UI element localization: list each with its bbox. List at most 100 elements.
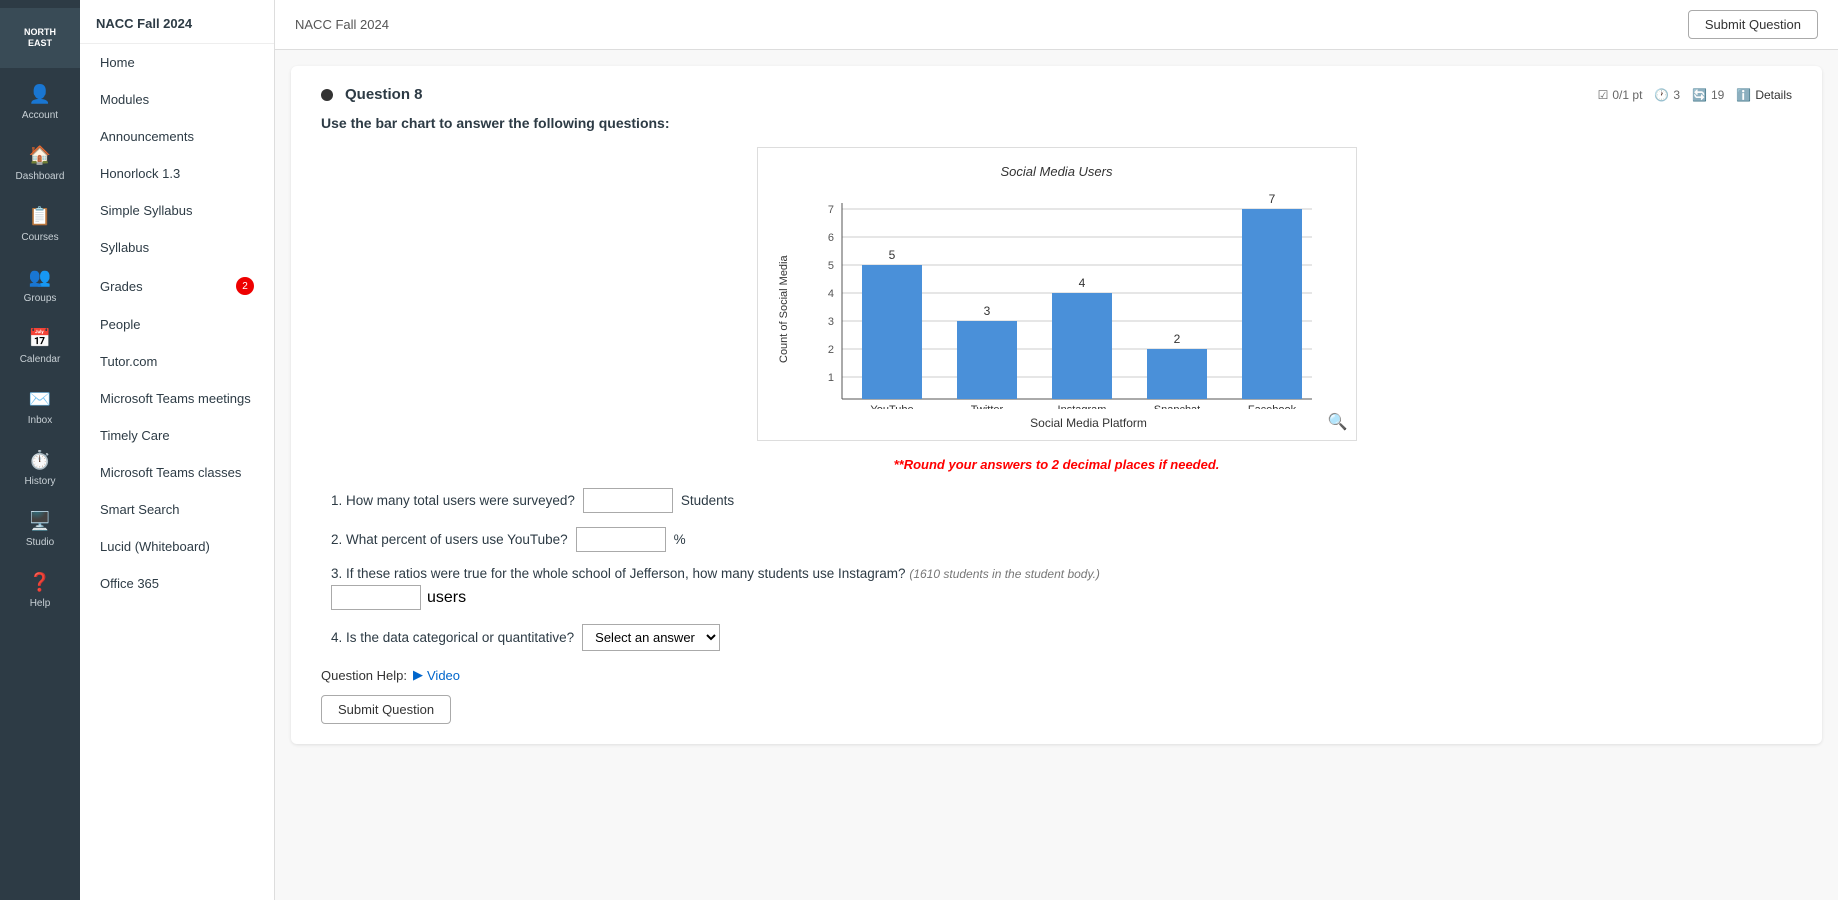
svg-text:5: 5 [888, 248, 895, 262]
sidebar-icon-history[interactable]: ⏱️ History [0, 438, 80, 495]
history-icon: ⏱️ [26, 446, 54, 474]
svg-text:Instagram: Instagram [1057, 404, 1106, 409]
question-help: Question Help: ▶ Video [321, 667, 1792, 683]
q1-prefix: 1. How many total users were surveyed? [331, 493, 575, 508]
checkbox-icon: ☑ [1598, 88, 1609, 102]
studio-icon: 🖥️ [26, 507, 54, 535]
icon-sidebar: NORTHEAST 👤 Account 🏠 Dashboard 📋 Course… [0, 0, 80, 900]
nav-item-modules[interactable]: Modules [84, 82, 270, 117]
top-bar-course-title: NACC Fall 2024 [295, 17, 389, 32]
nav-item-timely-care[interactable]: Timely Care [84, 418, 270, 453]
nav-item-people[interactable]: People [84, 307, 270, 342]
top-bar: NACC Fall 2024 Submit Question [275, 0, 1838, 50]
svg-text:7: 7 [1268, 192, 1275, 206]
svg-text:7: 7 [827, 204, 833, 216]
account-icon: 👤 [26, 80, 54, 108]
q3-input[interactable] [331, 585, 421, 610]
q3-suffix: users [427, 589, 466, 607]
svg-text:5: 5 [827, 260, 833, 272]
svg-text:Twitter: Twitter [970, 404, 1003, 409]
q1-input[interactable] [583, 488, 673, 513]
nav-item-ms-teams-meetings[interactable]: Microsoft Teams meetings [84, 381, 270, 416]
reload-icon: 🔄 [1692, 88, 1707, 102]
logo-area: NORTHEAST [0, 8, 80, 68]
chart-title: Social Media Users [778, 164, 1336, 179]
q3-note: (1610 students in the student body.) [909, 567, 1100, 581]
sidebar-icon-studio[interactable]: 🖥️ Studio [0, 499, 80, 556]
grades-badge: 2 [236, 277, 254, 295]
nav-item-simple-syllabus[interactable]: Simple Syllabus [84, 193, 270, 228]
sidebar-icon-courses-label: Courses [21, 232, 58, 243]
nav-item-office365[interactable]: Office 365 [84, 566, 270, 601]
question-container: Question 8 ☑ 0/1 pt 🕐 3 🔄 19 ℹ️ Details [291, 66, 1822, 744]
nav-course-title: NACC Fall 2024 [80, 8, 274, 44]
nav-item-lucid[interactable]: Lucid (Whiteboard) [84, 529, 270, 564]
nav-item-grades[interactable]: Grades 2 [84, 267, 270, 305]
round-note: **Round your answers to 2 decimal places… [321, 457, 1792, 472]
sidebar-icon-history-label: History [24, 476, 55, 487]
logo-text: NORTHEAST [24, 27, 56, 49]
bar-chart-svg: 7 6 5 4 3 2 1 [802, 189, 1322, 409]
sidebar-icon-dashboard-label: Dashboard [16, 171, 65, 182]
svg-text:1: 1 [827, 372, 833, 384]
sidebar-icon-account-label: Account [22, 110, 58, 121]
svg-text:6: 6 [827, 232, 833, 244]
video-icon: ▶ [413, 667, 423, 683]
nav-item-tutor[interactable]: Tutor.com [84, 344, 270, 379]
svg-text:YouTube: YouTube [870, 404, 913, 409]
question-dot [321, 89, 333, 101]
submit-question-top-button[interactable]: Submit Question [1688, 10, 1818, 39]
q4-select[interactable]: Select an answer Categorical Quantitativ… [582, 624, 720, 651]
q2-prefix: 2. What percent of users use YouTube? [331, 532, 568, 547]
sidebar-icon-calendar-label: Calendar [20, 354, 61, 365]
chart-container: Social Media Users Count of Social Media… [321, 147, 1792, 441]
question-instruction: Use the bar chart to answer the followin… [321, 115, 1792, 131]
question-title: Question 8 [345, 86, 423, 103]
meta-points: ☑ 0/1 pt [1598, 88, 1643, 102]
question-meta: ☑ 0/1 pt 🕐 3 🔄 19 ℹ️ Details [1598, 88, 1792, 102]
sidebar-icon-account[interactable]: 👤 Account [0, 72, 80, 129]
submit-question-bottom-button[interactable]: Submit Question [321, 695, 451, 724]
details-link[interactable]: Details [1755, 88, 1792, 102]
sidebar-icon-studio-label: Studio [26, 537, 54, 548]
nav-item-announcements[interactable]: Announcements [84, 119, 270, 154]
bar-instagram [1052, 293, 1112, 399]
y-axis-label: Count of Social Media [778, 189, 790, 430]
sidebar-icon-dashboard[interactable]: 🏠 Dashboard [0, 133, 80, 190]
sidebar-icon-groups[interactable]: 👥 Groups [0, 255, 80, 312]
meta-details: ℹ️ Details [1736, 88, 1792, 102]
question-items: 1. How many total users were surveyed? S… [321, 488, 1792, 651]
sidebar-icon-help[interactable]: ❓ Help [0, 560, 80, 617]
courses-icon: 📋 [26, 202, 54, 230]
sub-question-2: 2. What percent of users use YouTube? % [331, 527, 1782, 552]
nav-item-honorlock[interactable]: Honorlock 1.3 [84, 156, 270, 191]
question-header: Question 8 ☑ 0/1 pt 🕐 3 🔄 19 ℹ️ Details [321, 86, 1792, 103]
bar-facebook [1242, 209, 1302, 399]
q4-prefix: 4. Is the data categorical or quantitati… [331, 630, 574, 645]
sidebar-icon-inbox[interactable]: ✉️ Inbox [0, 377, 80, 434]
nav-item-syllabus[interactable]: Syllabus [84, 230, 270, 265]
sub-question-4: 4. Is the data categorical or quantitati… [331, 624, 1782, 651]
video-label: Video [427, 668, 460, 683]
sub-question-1: 1. How many total users were surveyed? S… [331, 488, 1782, 513]
dashboard-icon: 🏠 [26, 141, 54, 169]
nav-item-smart-search[interactable]: Smart Search [84, 492, 270, 527]
search-icon[interactable]: 🔍 [1328, 412, 1348, 432]
bar-youtube [862, 265, 922, 399]
sidebar-icon-calendar[interactable]: 📅 Calendar [0, 316, 80, 373]
sidebar-icon-courses[interactable]: 📋 Courses [0, 194, 80, 251]
sidebar-icon-inbox-label: Inbox [28, 415, 52, 426]
q3-prefix: 3. If these ratios were true for the who… [331, 566, 906, 581]
help-icon: ❓ [26, 568, 54, 596]
video-link[interactable]: ▶ Video [413, 667, 460, 683]
q1-suffix: Students [681, 493, 734, 508]
svg-text:Facebook: Facebook [1247, 404, 1296, 409]
q2-input[interactable] [576, 527, 666, 552]
calendar-icon: 📅 [26, 324, 54, 352]
svg-text:Snapchat: Snapchat [1153, 404, 1199, 409]
q2-suffix: % [674, 532, 686, 547]
nav-item-home[interactable]: Home [84, 45, 270, 80]
nav-item-ms-teams-classes[interactable]: Microsoft Teams classes [84, 455, 270, 490]
inbox-icon: ✉️ [26, 385, 54, 413]
sidebar-icon-groups-label: Groups [24, 293, 57, 304]
